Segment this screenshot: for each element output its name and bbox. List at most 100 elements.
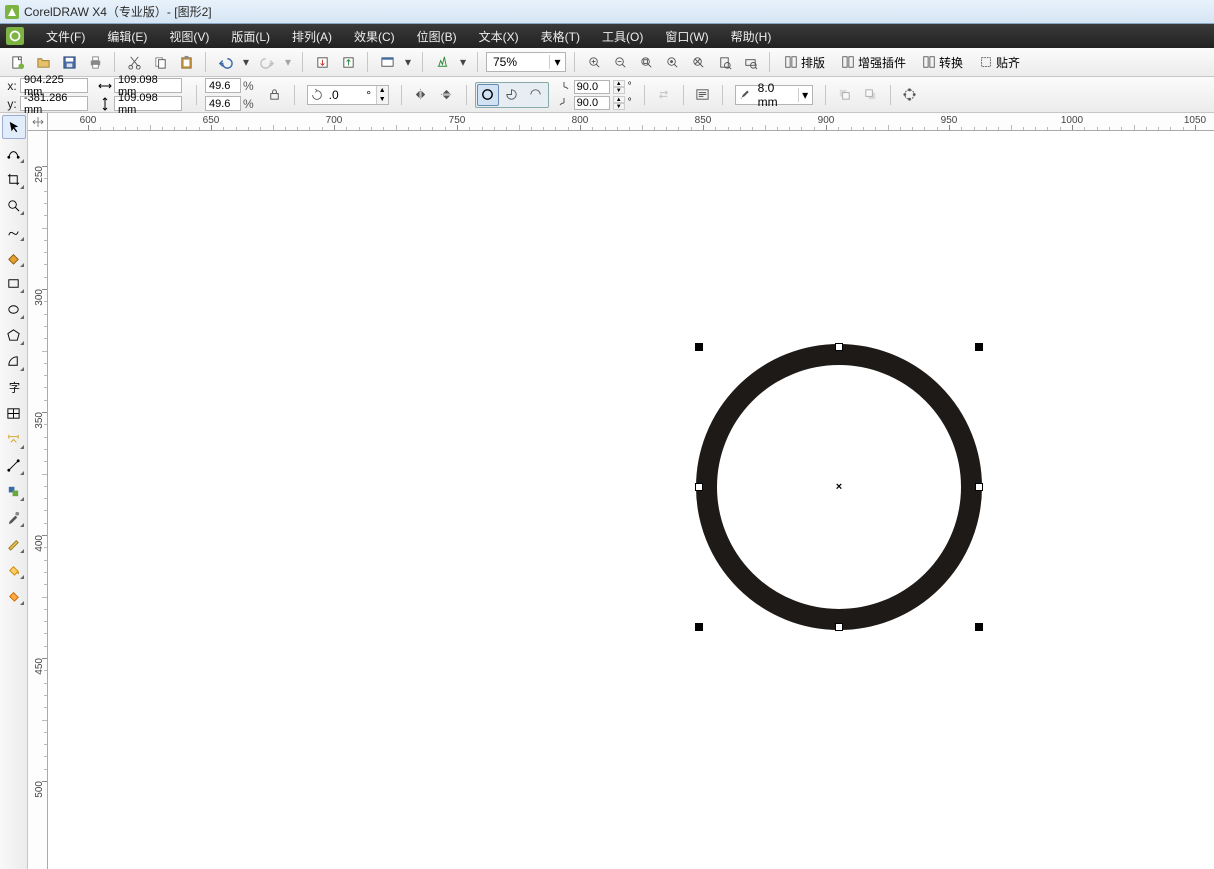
text-tool[interactable]: 字 — [2, 375, 26, 399]
redo-button[interactable] — [256, 51, 278, 73]
dimension-tool[interactable] — [2, 427, 26, 451]
y-label: y: — [6, 97, 18, 111]
menu-edit[interactable]: 编辑(E) — [97, 25, 157, 48]
menu-file[interactable]: 文件(F) — [36, 25, 95, 48]
rotation-spinner[interactable]: ▲▼ — [376, 86, 388, 104]
scale-y-input[interactable]: 49.6 — [205, 96, 241, 111]
export-button[interactable] — [337, 51, 359, 73]
sel-handle-s[interactable] — [835, 623, 843, 631]
drawing-canvas[interactable]: × — [48, 131, 1214, 869]
app-launcher-button[interactable] — [376, 51, 398, 73]
arc-start-spinner[interactable]: ▲▼ — [613, 80, 625, 94]
menu-text[interactable]: 文本(X) — [469, 25, 529, 48]
undo-button[interactable] — [214, 51, 236, 73]
mirror-h-button[interactable] — [410, 84, 432, 106]
basic-shapes-tool[interactable] — [2, 349, 26, 373]
zoom-all-button[interactable] — [687, 51, 709, 73]
arc-end-spinner[interactable]: ▲▼ — [613, 96, 625, 110]
sel-handle-ne[interactable] — [975, 343, 983, 351]
new-button[interactable] — [6, 51, 28, 73]
snap-ext-button[interactable]: 贴齐 — [973, 51, 1026, 73]
zoom-width-button[interactable] — [739, 51, 761, 73]
zoom-tool[interactable] — [2, 193, 26, 217]
sel-handle-e[interactable] — [975, 483, 983, 491]
menu-view[interactable]: 视图(V) — [159, 25, 219, 48]
ellipse-tool[interactable] — [2, 297, 26, 321]
eyedropper-tool[interactable] — [2, 505, 26, 529]
save-button[interactable] — [58, 51, 80, 73]
arc-end-input[interactable]: 90.0 — [574, 96, 610, 110]
swap-direction-button[interactable] — [653, 84, 675, 106]
welcome-button[interactable] — [431, 51, 453, 73]
pick-tool[interactable] — [2, 115, 26, 139]
enhance-plugin-button[interactable]: 增强插件 — [835, 51, 912, 73]
wrap-text-button[interactable] — [692, 84, 714, 106]
crop-tool[interactable] — [2, 167, 26, 191]
zoom-page-button[interactable] — [713, 51, 735, 73]
sel-handle-se[interactable] — [975, 623, 983, 631]
y-input[interactable]: -381.286 mm — [20, 96, 88, 111]
rotation-field[interactable]: .0 ° ▲▼ — [307, 85, 389, 105]
menu-layout[interactable]: 版面(L) — [221, 25, 280, 48]
outline-width-value: 8.0 mm — [754, 81, 798, 109]
zoom-value: 75% — [487, 55, 549, 69]
connector-tool[interactable] — [2, 453, 26, 477]
outline-width-combo[interactable]: 8.0 mm ▾ — [735, 85, 813, 105]
smart-fill-tool[interactable] — [2, 245, 26, 269]
to-back-button[interactable] — [860, 84, 882, 106]
app-logo-icon — [4, 4, 20, 20]
cut-button[interactable] — [123, 51, 145, 73]
zoom-fit-button[interactable] — [635, 51, 657, 73]
menu-tools[interactable]: 工具(O) — [592, 25, 653, 48]
menu-bitmaps[interactable]: 位图(B) — [407, 25, 467, 48]
sel-handle-w[interactable] — [695, 483, 703, 491]
outline-tool[interactable] — [2, 531, 26, 555]
pie-mode-button[interactable] — [501, 84, 523, 106]
menu-table[interactable]: 表格(T) — [531, 25, 590, 48]
fill-tool[interactable] — [2, 557, 26, 581]
paste-button[interactable] — [175, 51, 197, 73]
mirror-v-button[interactable] — [436, 84, 458, 106]
menu-effects[interactable]: 效果(C) — [344, 25, 405, 48]
convert-curves-button[interactable] — [899, 84, 921, 106]
ruler-horizontal[interactable]: 60065070075080085090095010001050 — [48, 113, 1214, 131]
scale-x-input[interactable]: 49.6 — [205, 78, 241, 93]
sel-handle-sw[interactable] — [695, 623, 703, 631]
convert-ext-button[interactable]: 转换 — [916, 51, 969, 73]
to-front-button[interactable] — [834, 84, 856, 106]
welcome-dropdown[interactable]: ▾ — [457, 51, 469, 73]
ruler-vertical[interactable]: 250300350400450500 — [28, 131, 48, 869]
undo-dropdown[interactable]: ▾ — [240, 51, 252, 73]
ellipse-mode-button[interactable] — [477, 84, 499, 106]
arc-mode-button[interactable] — [525, 84, 547, 106]
interactive-fill-tool[interactable] — [2, 583, 26, 607]
app-launcher-dropdown[interactable]: ▾ — [402, 51, 414, 73]
menu-window[interactable]: 窗口(W) — [655, 25, 718, 48]
zoom-in-button[interactable] — [583, 51, 605, 73]
menu-help[interactable]: 帮助(H) — [721, 25, 782, 48]
shape-tool[interactable] — [2, 141, 26, 165]
redo-dropdown[interactable]: ▾ — [282, 51, 294, 73]
freehand-tool[interactable] — [2, 219, 26, 243]
polygon-tool[interactable] — [2, 323, 26, 347]
layout-ext-button[interactable]: 排版 — [778, 51, 831, 73]
print-button[interactable] — [84, 51, 106, 73]
copy-button[interactable] — [149, 51, 171, 73]
open-button[interactable] — [32, 51, 54, 73]
height-input[interactable]: 109.098 mm — [114, 96, 182, 111]
rectangle-tool[interactable] — [2, 271, 26, 295]
sel-center-marker[interactable]: × — [836, 481, 842, 493]
ruler-origin[interactable] — [28, 113, 48, 131]
table-tool[interactable] — [2, 401, 26, 425]
import-button[interactable] — [311, 51, 333, 73]
zoom-out-button[interactable] — [609, 51, 631, 73]
interactive-tool[interactable] — [2, 479, 26, 503]
arc-start-input[interactable]: 90.0 — [574, 80, 610, 94]
menu-arrange[interactable]: 排列(A) — [282, 25, 342, 48]
sel-handle-nw[interactable] — [695, 343, 703, 351]
zoom-level-combo[interactable]: 75% ▾ — [486, 52, 566, 72]
sel-handle-n[interactable] — [835, 343, 843, 351]
lock-ratio-button[interactable] — [264, 84, 286, 106]
zoom-selection-button[interactable] — [661, 51, 683, 73]
degree-label: ° — [362, 88, 376, 102]
